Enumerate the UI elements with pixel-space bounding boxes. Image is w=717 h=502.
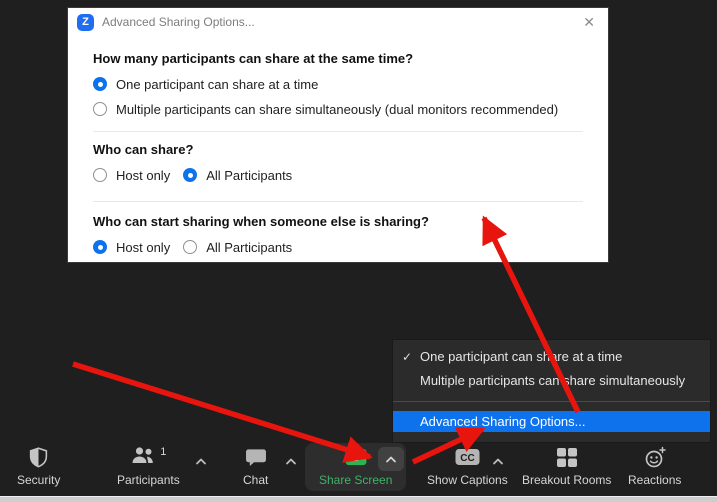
meeting-toolbar: Security 1 Participants Chat [0,440,717,496]
radio-label[interactable]: Host only [116,240,170,255]
menu-item-multiple-participants[interactable]: Multiple participants can share simultan… [393,369,710,393]
share-screen-context-menu: ✓ One participant can share at a time Mu… [393,340,710,442]
question-share-count: How many participants can share at the s… [93,51,583,66]
toolbar-label: Reactions [628,473,681,487]
advanced-sharing-options-dialog: Z Advanced Sharing Options... ✕ How many… [68,8,608,262]
participants-icon [130,445,157,470]
toolbar-label: Breakout Rooms [522,473,611,487]
dialog-title: Advanced Sharing Options... [102,15,255,29]
radio-unselected-icon[interactable] [183,240,197,254]
radio-label[interactable]: Host only [116,168,170,183]
close-icon[interactable]: ✕ [583,14,595,30]
radio-label[interactable]: All Participants [206,240,292,255]
question-start-sharing: Who can start sharing when someone else … [93,214,583,229]
reactions-button[interactable]: Reactions [628,445,681,487]
breakout-rooms-icon [555,445,579,469]
radio-option-multiple-participants[interactable]: Multiple participants can share simultan… [93,101,583,117]
radio-label[interactable]: All Participants [206,168,292,183]
participants-chevron-up-icon[interactable] [195,452,207,470]
share-screen-button-group: Share Screen [305,443,406,491]
shield-icon [28,445,49,469]
captions-cc-icon: CC [454,445,481,469]
radio-option-all-participants[interactable]: All Participants [183,239,292,255]
menu-item-label: Advanced Sharing Options... [420,414,586,429]
radio-unselected-icon[interactable] [93,102,107,116]
radio-option-one-participant[interactable]: One participant can share at a time [93,76,583,92]
breakout-rooms-button[interactable]: Breakout Rooms [522,445,611,487]
captions-chevron-up-icon[interactable] [492,452,504,470]
radio-option-host-only[interactable]: Host only [93,239,170,255]
toolbar-label: Chat [243,473,268,487]
zoom-logo-icon: Z [77,14,94,31]
share-screen-icon [344,445,368,469]
question-who-can-share: Who can share? [93,142,583,157]
menu-item-one-participant[interactable]: ✓ One participant can share at a time [393,345,710,369]
menu-divider [393,401,710,402]
window-bottom-edge [0,496,717,502]
radio-selected-icon[interactable] [93,77,107,91]
zoom-meeting-window: Z Advanced Sharing Options... ✕ How many… [0,0,717,502]
section-divider [93,201,583,202]
menu-item-advanced-sharing-options[interactable]: Advanced Sharing Options... [393,411,710,432]
menu-item-label: One participant can share at a time [420,349,622,364]
radio-label[interactable]: Multiple participants can share simultan… [116,102,558,117]
radio-selected-icon[interactable] [93,240,107,254]
chat-button[interactable]: Chat [243,445,268,487]
svg-text:CC: CC [460,453,474,464]
participants-button[interactable]: 1 Participants [117,445,180,487]
radio-unselected-icon[interactable] [93,168,107,182]
radio-option-host-only[interactable]: Host only [93,167,170,183]
check-icon: ✓ [402,345,412,369]
radio-selected-icon[interactable] [183,168,197,182]
reactions-smiley-icon [643,445,667,469]
toolbar-label: Share Screen [319,473,392,487]
toolbar-label: Participants [117,473,180,487]
participants-count-badge: 1 [160,446,166,458]
chat-chevron-up-icon[interactable] [285,452,297,470]
toolbar-label: Show Captions [427,473,508,487]
chat-bubble-icon [245,445,267,469]
security-button[interactable]: Security [17,445,60,487]
radio-label[interactable]: One participant can share at a time [116,77,318,92]
section-divider [93,131,583,132]
toolbar-label: Security [17,473,60,487]
menu-item-label: Multiple participants can share simultan… [420,373,685,388]
dialog-titlebar: Z Advanced Sharing Options... ✕ [68,8,608,36]
radio-option-all-participants[interactable]: All Participants [183,167,292,183]
share-screen-chevron-up-icon[interactable] [378,447,404,471]
